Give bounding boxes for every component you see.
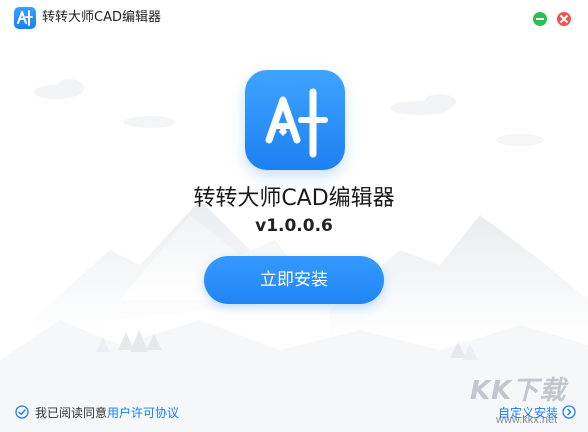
agreement-text: 我已阅读同意 xyxy=(35,405,108,420)
installer-window: 转转大师CAD编辑器 转转大师CAD编辑器 v1.0.0.6 立即安装 我已阅读… xyxy=(0,0,588,432)
app-logo-icon xyxy=(245,70,345,170)
check-circle-icon xyxy=(15,405,29,419)
app-name: 转转大师CAD编辑器 xyxy=(193,186,395,211)
app-logo-small-icon xyxy=(14,7,36,29)
install-now-button[interactable]: 立即安装 xyxy=(204,256,384,304)
watermark-logo: KK下载 xyxy=(470,376,567,406)
license-link[interactable]: 用户许可协议 xyxy=(107,404,179,421)
agreement-checkbox[interactable] xyxy=(15,405,29,419)
minimize-button[interactable] xyxy=(533,12,547,26)
custom-install-label: 自定义安装 xyxy=(498,405,559,420)
close-button[interactable] xyxy=(557,12,571,26)
app-version: v1.0.0.6 xyxy=(255,216,333,236)
license-agreement: 我已阅读同意 用户许可协议 xyxy=(15,404,179,420)
minimize-icon xyxy=(536,18,544,20)
custom-install-link[interactable]: 自定义安装 xyxy=(498,404,576,420)
window-title: 转转大师CAD编辑器 xyxy=(42,10,161,25)
title-bar: 转转大师CAD编辑器 xyxy=(0,0,588,36)
chevron-right-circle-icon xyxy=(562,405,576,419)
